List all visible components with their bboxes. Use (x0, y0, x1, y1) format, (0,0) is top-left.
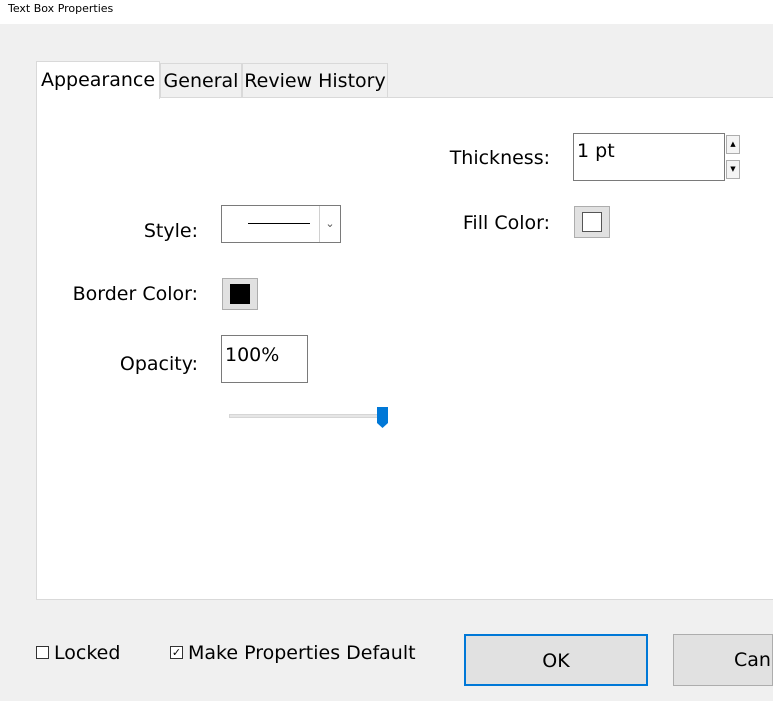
window-title: Text Box Properties (8, 2, 114, 15)
opacity-label: Opacity: (119, 353, 198, 375)
ok-button[interactable]: OK (464, 634, 648, 686)
check-icon: ✓ (171, 646, 182, 659)
opacity-input[interactable]: 100% (221, 335, 308, 383)
opacity-slider-track[interactable] (229, 414, 386, 418)
fill-color-button[interactable] (574, 206, 610, 238)
cancel-button[interactable]: Cancel (673, 634, 773, 686)
border-color-swatch (230, 284, 250, 304)
triangle-up-icon: ▲ (730, 140, 736, 148)
make-default-label: Make Properties Default (188, 642, 416, 664)
thickness-input[interactable]: 1 pt (573, 133, 725, 181)
locked-checkbox[interactable] (36, 646, 49, 659)
tab-review-history[interactable]: Review History (242, 63, 388, 97)
style-select[interactable]: ⌄ (221, 205, 341, 243)
fill-color-swatch (582, 212, 602, 232)
chevron-down-icon: ⌄ (319, 206, 340, 242)
fill-color-label: Fill Color: (462, 212, 550, 234)
thickness-label: Thickness: (449, 147, 550, 169)
opacity-slider-thumb[interactable] (377, 407, 388, 428)
thickness-spin-down-button[interactable]: ▼ (726, 160, 740, 179)
border-color-button[interactable] (222, 278, 258, 310)
tab-general[interactable]: General (160, 63, 242, 97)
title-bar: Text Box Properties (0, 0, 773, 24)
style-label: Style: (143, 220, 198, 242)
solid-line-style-preview (248, 223, 310, 224)
make-default-checkbox[interactable]: ✓ (170, 646, 183, 659)
border-color-label: Border Color: (72, 283, 198, 305)
locked-label: Locked (54, 642, 121, 664)
triangle-down-icon: ▼ (730, 165, 736, 173)
thickness-spin-up-button[interactable]: ▲ (726, 135, 740, 154)
tab-appearance[interactable]: Appearance (36, 61, 160, 99)
